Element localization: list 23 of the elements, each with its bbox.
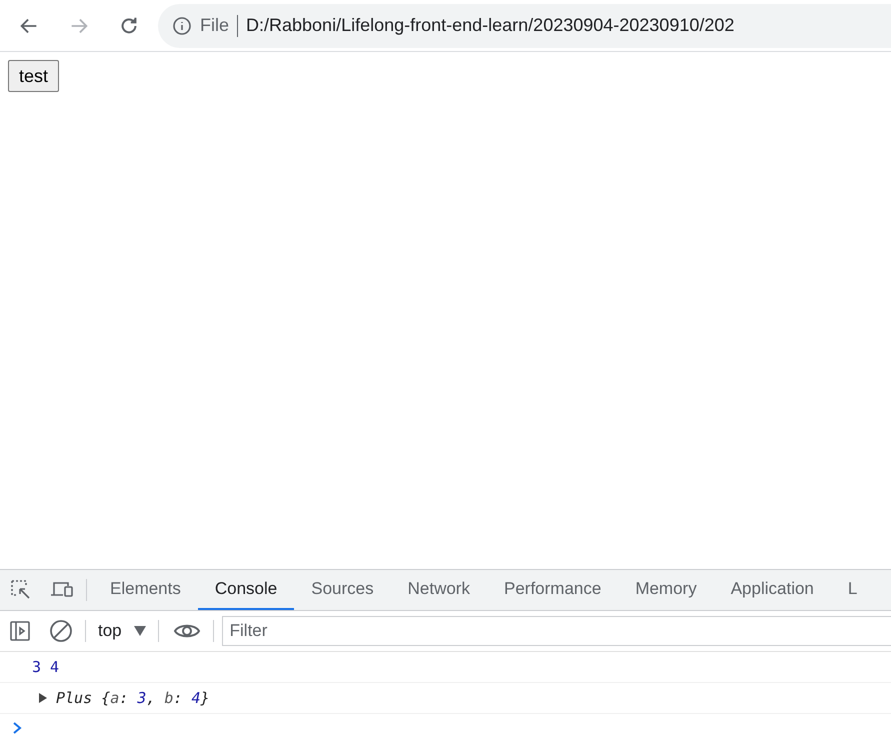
info-icon [172, 16, 192, 36]
security-label: File [200, 14, 230, 37]
sidebar-toggle-icon[interactable] [9, 620, 31, 642]
expand-triangle-icon[interactable] [38, 693, 48, 703]
inspect-element-icon[interactable] [10, 579, 32, 601]
devtools-tab[interactable]: Network [390, 570, 487, 610]
context-dropdown[interactable]: top [86, 618, 158, 644]
devtools-tab[interactable]: L [830, 570, 874, 610]
filter-field[interactable]: Filter [222, 616, 891, 646]
devtools-tab[interactable]: Console [198, 570, 294, 610]
address-bar[interactable]: File D:/Rabboni/Lifelong-front-end-learn/20230904-20230910/202 [158, 4, 891, 48]
url-text: D:/Rabboni/Lifelong-front-end-learn/20230904-20230910/202 [246, 14, 734, 37]
clear-console-icon[interactable] [49, 619, 73, 643]
test-button[interactable]: test [8, 60, 60, 92]
devtools-tab[interactable]: Performance [486, 570, 618, 610]
devtools-tab[interactable]: Memory [618, 570, 714, 610]
console-prompt-icon[interactable] [12, 721, 22, 735]
console-values: 3 4 [32, 656, 60, 678]
devtools-tab[interactable]: Elements [93, 570, 198, 610]
console-object: Plus {a: 3, b: 4} [56, 688, 210, 709]
devtools-tab[interactable]: Application [714, 570, 831, 610]
devtools-tab[interactable]: Sources [294, 570, 391, 610]
dropdown-caret-icon [134, 626, 146, 636]
